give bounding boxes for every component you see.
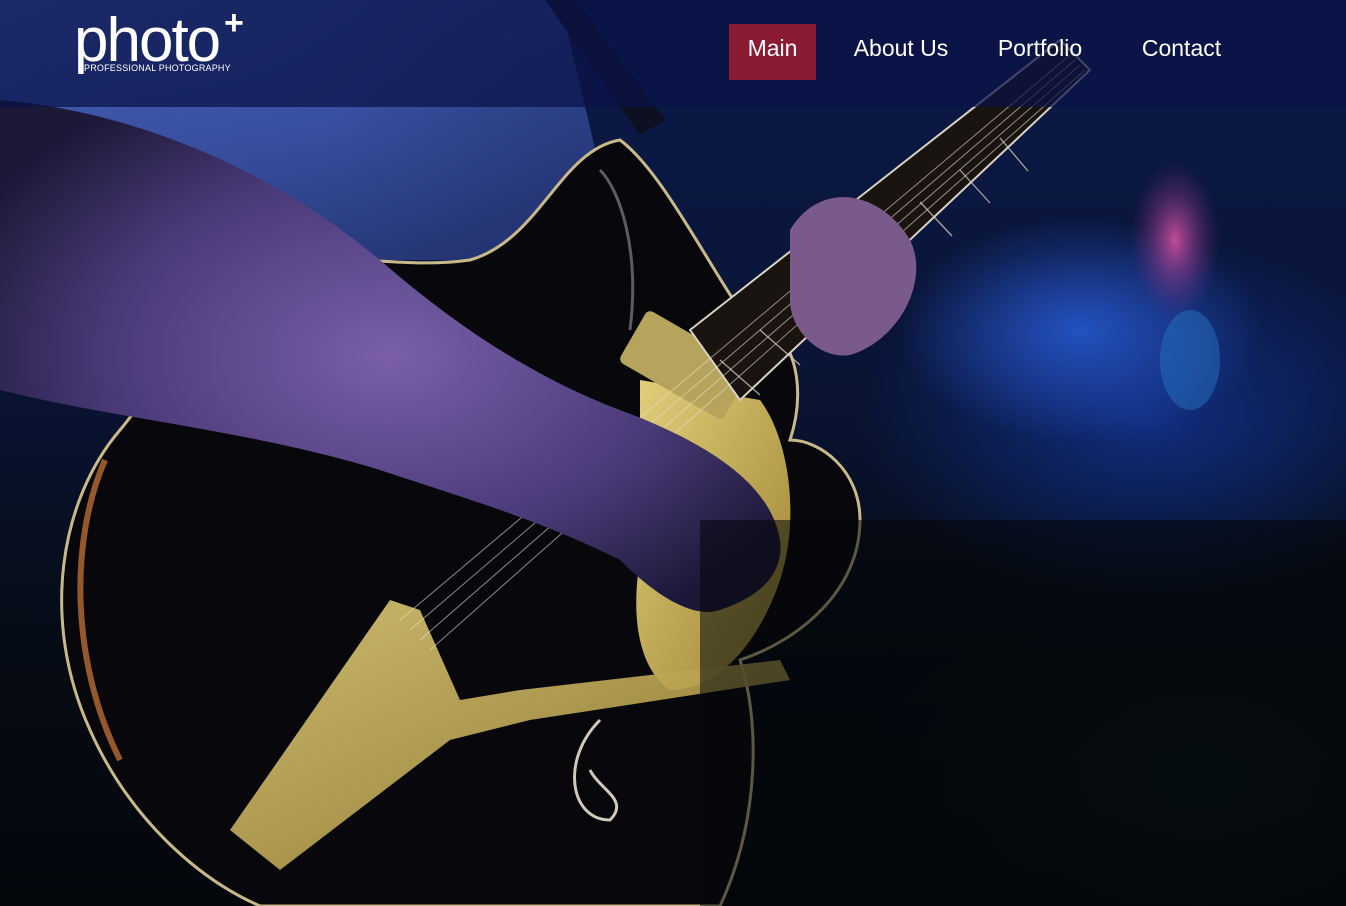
site-header: photo + PROFESSIONAL PHOTOGRAPHY Main Ab… <box>0 0 1346 107</box>
main-nav: Main About Us Portfolio Contact <box>0 24 1346 80</box>
nav-item-portfolio[interactable]: Portfolio <box>990 24 1090 80</box>
hero-photo <box>0 0 1346 906</box>
hero-illustration <box>0 0 1346 906</box>
nav-item-about-us[interactable]: About Us <box>846 24 956 80</box>
nav-item-main[interactable]: Main <box>729 24 816 80</box>
nav-item-contact[interactable]: Contact <box>1134 24 1229 80</box>
